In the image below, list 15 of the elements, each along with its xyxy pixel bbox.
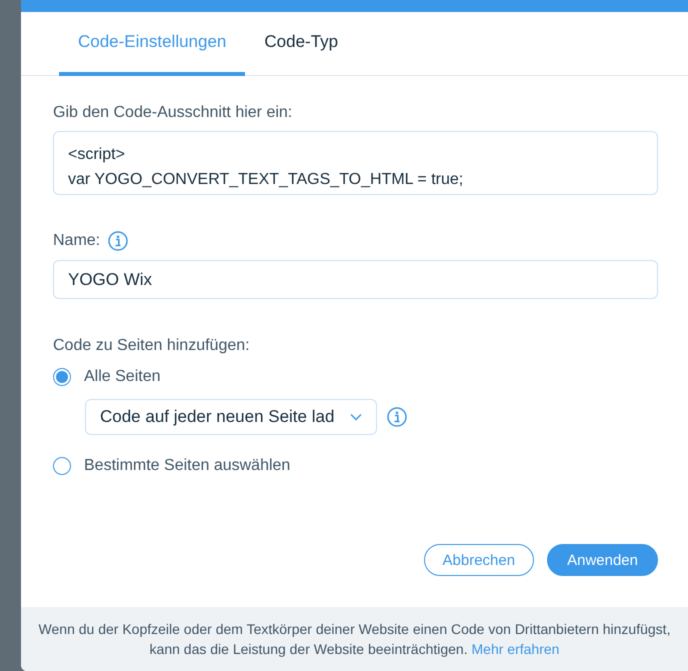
radio-label: Bestimmte Seiten auswählen [84,457,290,475]
radio-button[interactable] [53,457,71,475]
info-icon[interactable] [387,407,407,427]
field-label: Name: [53,232,100,250]
code-field[interactable]: <script> var YOGO_CONVERT_TEXT_TAGS_TO_HTML = true; [53,131,658,195]
radio-label: Alle Seiten [84,368,160,386]
field-label: Gib den Code-Ausschnitt hier ein: [53,104,294,122]
footer-notice: Wenn du der Kopfzeile oder dem Textkörper deiner Website einen Code von Drittanbietern hinzufügst, kann das die Leistung der Website beeinträchtigen. Mehr erfahren [38,620,672,659]
tab[interactable]: Code-Typ [245,12,358,76]
info-icon[interactable] [108,231,128,251]
name-field[interactable]: YOGO Wix [53,260,658,299]
load-dropdown[interactable]: Code auf jeder neuen Seite lad [85,399,377,435]
section-label: Code zu Seiten hinzufügen: [53,337,251,355]
chevron-down-icon [350,413,362,421]
radio-button[interactable] [53,368,71,386]
